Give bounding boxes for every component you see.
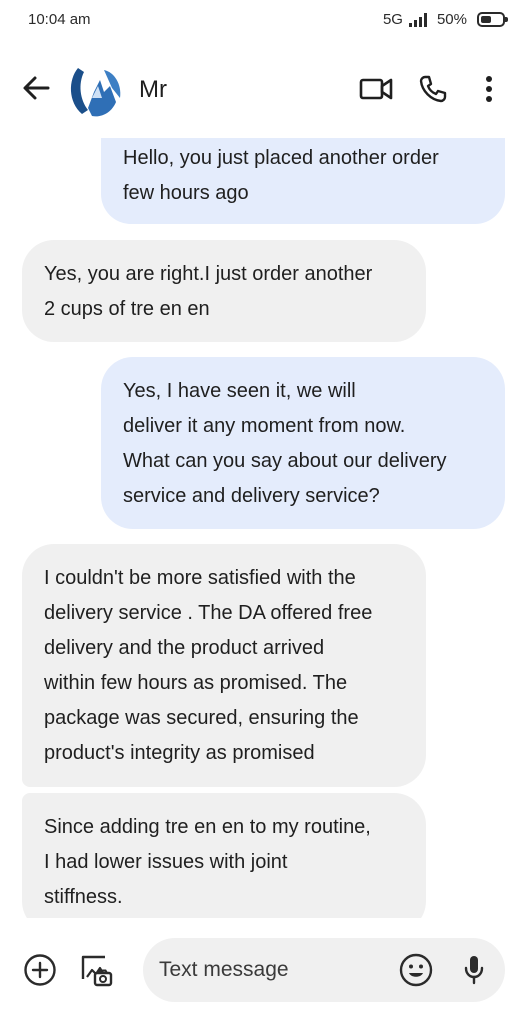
message-line: within few hours as promised. The bbox=[44, 672, 348, 694]
message-input-container[interactable] bbox=[143, 938, 505, 1002]
message-line: Hello, you just placed another order bbox=[123, 147, 439, 169]
status-indicators: 5G 50% bbox=[382, 11, 508, 28]
message-bubble-received[interactable]: Yes, you are right.I just order another … bbox=[22, 240, 426, 342]
avatar[interactable] bbox=[64, 58, 126, 120]
voice-input-button[interactable] bbox=[455, 951, 493, 989]
redacted-name bbox=[178, 74, 328, 104]
message-thread[interactable]: Hello, you just placed another order few… bbox=[0, 138, 527, 918]
avatar-image bbox=[64, 58, 126, 120]
signal-icon bbox=[408, 12, 427, 27]
emoji-button[interactable] bbox=[397, 951, 435, 989]
voice-call-button[interactable] bbox=[414, 70, 452, 108]
network-type: 5G bbox=[382, 11, 403, 28]
battery-percent: 50% bbox=[436, 11, 467, 28]
message-bubble-received[interactable]: Since adding tre en en to my routine, I … bbox=[22, 793, 426, 918]
emoji-icon bbox=[399, 953, 433, 987]
video-camera-icon bbox=[359, 78, 393, 100]
message-line: What can you say about our delivery bbox=[123, 450, 447, 472]
back-button[interactable] bbox=[18, 70, 54, 106]
message-bubble-sent[interactable]: Yes, I have seen it, we will deliver it … bbox=[101, 357, 505, 529]
status-time: 10:04 am bbox=[28, 11, 91, 28]
battery-icon bbox=[477, 12, 508, 27]
add-circle-icon bbox=[24, 954, 56, 986]
gallery-button[interactable] bbox=[76, 950, 116, 990]
message-composer bbox=[0, 930, 527, 1010]
message-line: delivery and the product arrived bbox=[44, 637, 325, 659]
status-bar: 10:04 am 5G 50% bbox=[0, 0, 527, 40]
conversation-header: Mr bbox=[0, 48, 527, 132]
message-line: I had lower issues with joint bbox=[44, 851, 288, 873]
more-vert-icon bbox=[486, 76, 492, 102]
message-line: Since adding tre en en to my routine, bbox=[44, 816, 371, 838]
message-input[interactable] bbox=[159, 938, 389, 1002]
contact-name[interactable]: Mr bbox=[139, 76, 167, 104]
gallery-icon bbox=[81, 955, 113, 987]
message-line: delivery service . The DA offered free bbox=[44, 602, 373, 624]
message-line: Yes, you are right.I just order another bbox=[44, 263, 373, 285]
phone-icon bbox=[419, 75, 447, 103]
message-bubble-received[interactable]: I couldn't be more satisfied with the de… bbox=[22, 544, 426, 787]
arrow-left-icon bbox=[23, 76, 50, 100]
message-line: deliver it any moment from now. bbox=[123, 415, 406, 437]
mic-icon bbox=[464, 956, 484, 985]
message-line: service and delivery service? bbox=[123, 485, 380, 507]
message-line: I couldn't be more satisfied with the bbox=[44, 567, 356, 589]
message-bubble-sent[interactable]: Hello, you just placed another order few… bbox=[101, 138, 505, 224]
message-line: product's integrity as promised bbox=[44, 742, 315, 764]
video-call-button[interactable] bbox=[357, 70, 395, 108]
message-line: stiffness. bbox=[44, 886, 123, 908]
message-line: Yes, I have seen it, we will bbox=[123, 380, 356, 402]
message-line: few hours ago bbox=[123, 182, 249, 204]
add-attachment-button[interactable] bbox=[22, 952, 58, 988]
message-line: 2 cups of tre en en bbox=[44, 298, 210, 320]
more-options-button[interactable] bbox=[470, 70, 508, 108]
message-line: package was secured, ensuring the bbox=[44, 707, 359, 729]
